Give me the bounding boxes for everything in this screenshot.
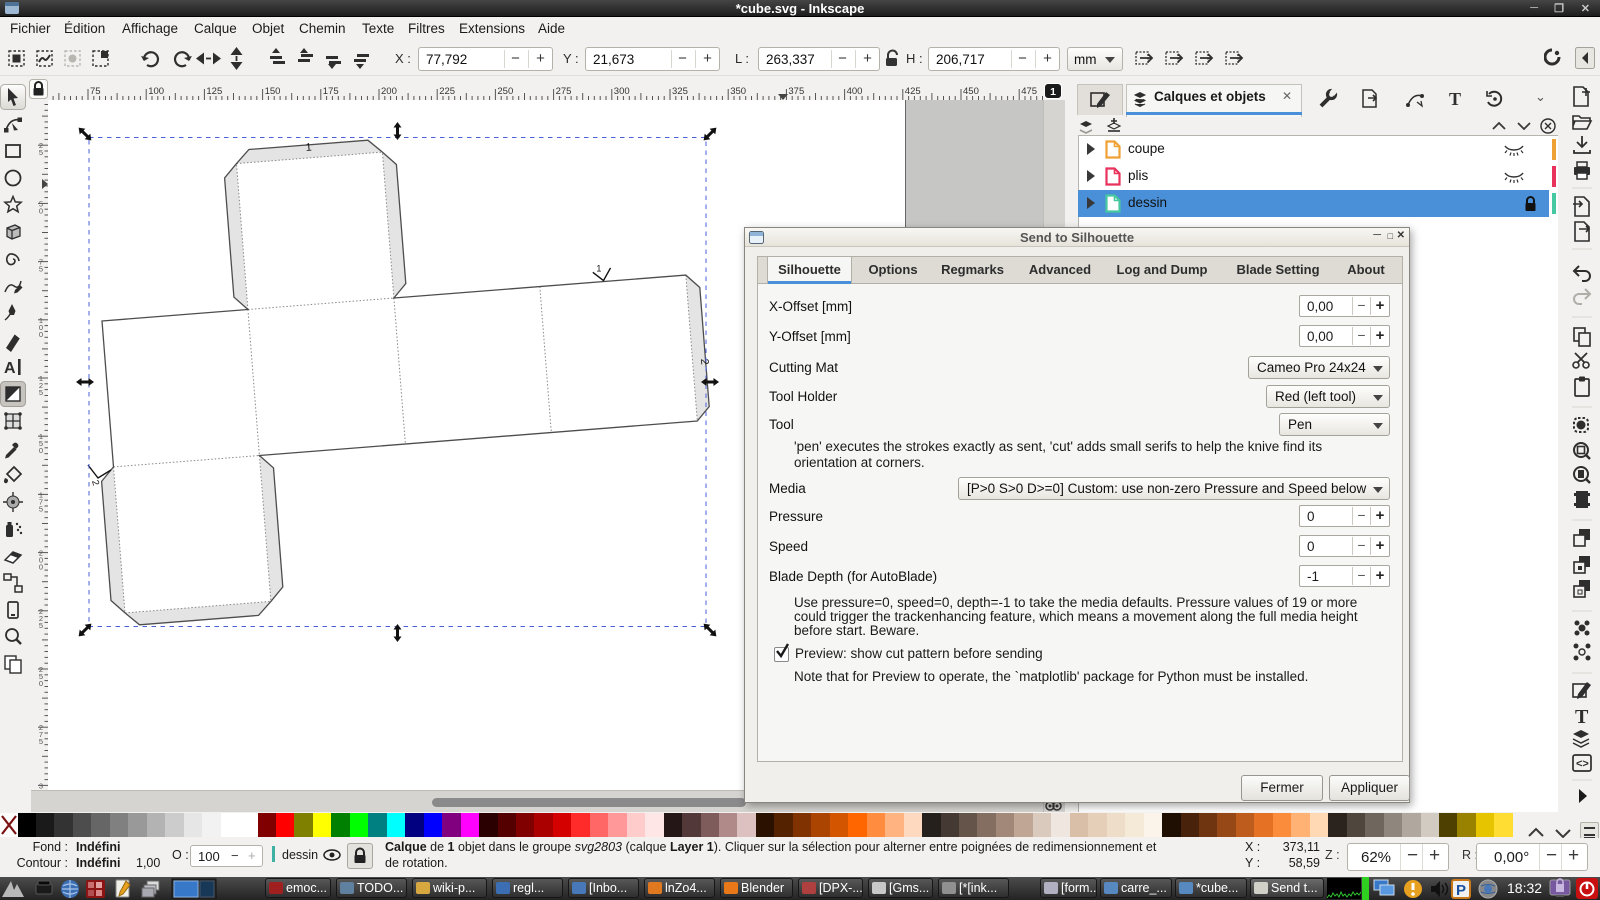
svg-text:275: 275 — [556, 86, 572, 97]
svg-text:400: 400 — [847, 86, 863, 97]
svg-text:1: 1 — [1050, 86, 1056, 98]
svg-text:300: 300 — [614, 86, 630, 97]
svg-text:475: 475 — [1021, 86, 1037, 97]
svg-text:P: P — [1456, 882, 1466, 899]
svg-text:450: 450 — [963, 86, 979, 97]
svg-text:75: 75 — [39, 258, 43, 274]
svg-text:150: 150 — [265, 86, 281, 97]
svg-text:125: 125 — [206, 86, 222, 97]
svg-text:300: 300 — [39, 781, 43, 790]
svg-text:350: 350 — [730, 86, 746, 97]
svg-text:125: 125 — [39, 374, 43, 397]
svg-text:250: 250 — [39, 665, 43, 688]
svg-text:225: 225 — [439, 86, 455, 97]
svg-text:100: 100 — [148, 86, 164, 97]
svg-text:25: 25 — [39, 141, 43, 157]
svg-text:425: 425 — [905, 86, 921, 97]
svg-text:175: 175 — [323, 86, 339, 97]
svg-text:200: 200 — [381, 86, 397, 97]
svg-text:T: T — [1449, 89, 1461, 109]
svg-text:50: 50 — [39, 199, 43, 215]
svg-text:100: 100 — [39, 316, 43, 339]
svg-text:175: 175 — [39, 490, 43, 513]
svg-text:2: 2 — [89, 479, 101, 487]
svg-text:2: 2 — [698, 358, 710, 365]
svg-text:200: 200 — [39, 549, 43, 572]
svg-text:75: 75 — [90, 86, 101, 97]
svg-text:1: 1 — [305, 142, 312, 154]
svg-text:325: 325 — [672, 86, 688, 97]
svg-text:275: 275 — [39, 723, 43, 746]
svg-text:150: 150 — [39, 432, 43, 455]
svg-text:375: 375 — [788, 86, 804, 97]
svg-text:1: 1 — [596, 263, 601, 273]
svg-text:A: A — [4, 360, 16, 377]
svg-text:<>: <> — [1576, 758, 1589, 770]
svg-text:225: 225 — [39, 607, 43, 630]
svg-text:250: 250 — [497, 86, 513, 97]
svg-text:T: T — [1575, 706, 1589, 728]
